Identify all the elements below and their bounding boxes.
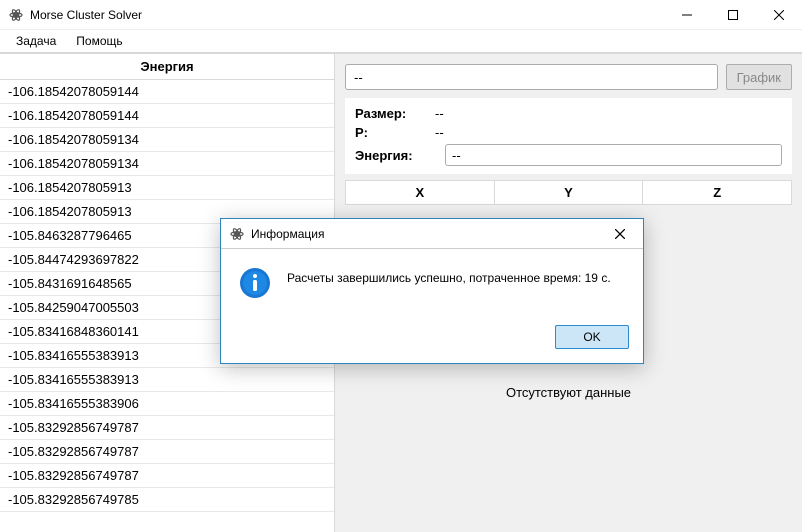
energy-row[interactable]: -106.18542078059134 <box>0 128 334 152</box>
col-x[interactable]: X <box>346 181 495 204</box>
p-label: P: <box>355 125 435 140</box>
dialog-close-button[interactable] <box>605 219 635 249</box>
energy-row[interactable]: -105.83292856749785 <box>0 488 334 512</box>
ok-button[interactable]: OK <box>555 325 629 349</box>
dialog-app-icon <box>229 226 245 242</box>
detail-box: Размер: -- P: -- Энергия: <box>345 98 792 174</box>
energy-row[interactable]: -106.18542078059144 <box>0 80 334 104</box>
energy-row[interactable]: -105.83292856749787 <box>0 416 334 440</box>
info-icon <box>239 267 271 299</box>
menu-task[interactable]: Задача <box>6 31 66 51</box>
menubar: Задача Помощь <box>0 30 802 53</box>
menu-help[interactable]: Помощь <box>66 31 132 51</box>
dialog-titlebar[interactable]: Информация <box>221 219 643 249</box>
energy-row[interactable]: -106.18542078059144 <box>0 104 334 128</box>
size-value: -- <box>435 106 444 121</box>
energy-row[interactable]: -105.83292856749787 <box>0 464 334 488</box>
dialog-title: Информация <box>251 227 605 241</box>
energy-row[interactable]: -105.83292856749787 <box>0 440 334 464</box>
window-title: Morse Cluster Solver <box>30 8 664 22</box>
col-y[interactable]: Y <box>495 181 644 204</box>
energy-row[interactable]: -105.83416555383906 <box>0 392 334 416</box>
no-data-label: Отсутствуют данные <box>345 385 792 400</box>
energy-value-input[interactable] <box>445 144 782 166</box>
dialog-message: Расчеты завершились успешно, потраченное… <box>287 267 611 285</box>
close-button[interactable] <box>756 0 802 30</box>
energy-header: Энергия <box>0 54 334 80</box>
minimize-button[interactable] <box>664 0 710 30</box>
titlebar: Morse Cluster Solver <box>0 0 802 30</box>
energy-row[interactable]: -105.83416555383913 <box>0 368 334 392</box>
info-dialog: Информация Расчеты завершились успешно, … <box>220 218 644 364</box>
app-icon <box>8 7 24 23</box>
size-label: Размер: <box>355 106 435 121</box>
col-z[interactable]: Z <box>643 181 791 204</box>
maximize-button[interactable] <box>710 0 756 30</box>
energy-label: Энергия: <box>355 148 435 163</box>
graph-button[interactable]: График <box>726 64 792 90</box>
energy-row[interactable]: -106.18542078059134 <box>0 152 334 176</box>
energy-row[interactable]: -106.1854207805913 <box>0 176 334 200</box>
p-value: -- <box>435 125 444 140</box>
coord-header: X Y Z <box>345 180 792 205</box>
selection-input[interactable] <box>345 64 718 90</box>
window-controls <box>664 0 802 30</box>
